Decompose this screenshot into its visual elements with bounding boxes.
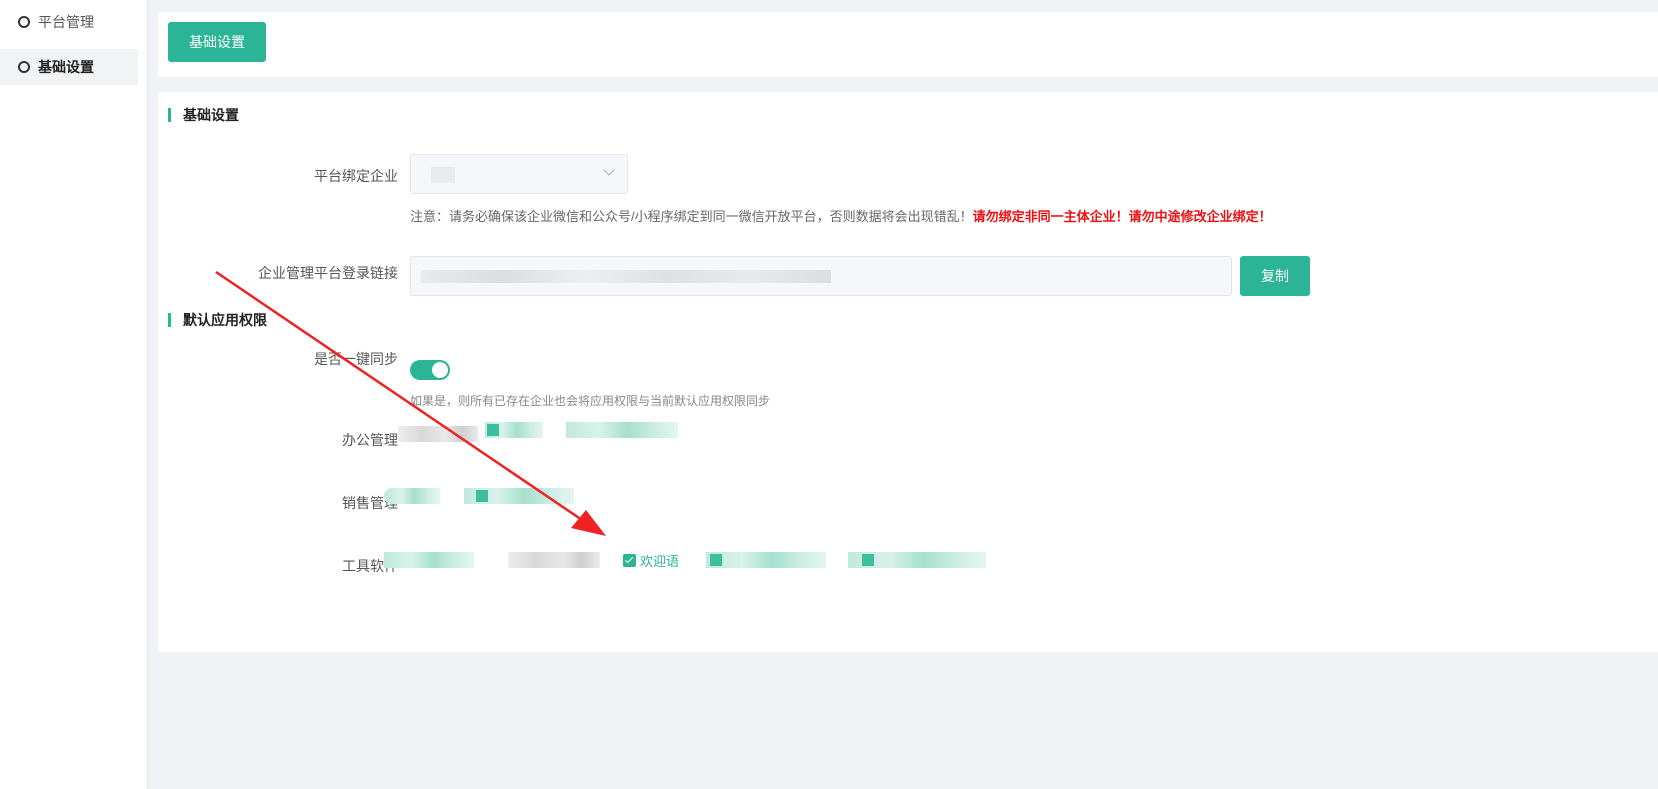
sidebar: 平台管理 基础设置 xyxy=(0,0,148,789)
copy-button[interactable]: 复制 xyxy=(1240,256,1310,296)
circle-icon xyxy=(18,16,30,28)
tools-label: 工具软件 xyxy=(342,558,398,574)
settings-panel: 基础设置 平台绑定企业 注意：请务必确保该企业微信和公众号/小程序绑定到同一微信… xyxy=(158,92,1658,652)
welcome-checkbox[interactable]: 欢迎语 xyxy=(623,551,679,570)
blurred-option[interactable] xyxy=(508,552,600,568)
section-title-permissions: 默认应用权限 xyxy=(168,313,267,327)
chevron-down-icon xyxy=(603,164,615,176)
login-link-field[interactable] xyxy=(410,256,1232,296)
login-link-label: 企业管理平台登录链接 xyxy=(258,265,398,281)
sidebar-item-platform[interactable]: 平台管理 xyxy=(0,4,138,40)
office-label: 办公管理 xyxy=(342,432,398,448)
enterprise-label: 平台绑定企业 xyxy=(314,168,398,184)
sync-hint: 如果是，则所有已存在企业也会将应用权限与当前默认应用权限同步 xyxy=(410,394,771,408)
sidebar-item-basic-settings[interactable]: 基础设置 xyxy=(0,49,138,85)
blurred-option[interactable] xyxy=(464,488,574,504)
blurred-option[interactable] xyxy=(485,422,543,438)
note-text: 注意：请务必确保该企业微信和公众号/小程序绑定到同一微信开放平台，否则数据将会出… xyxy=(410,209,973,224)
blurred-option[interactable] xyxy=(848,552,986,568)
blurred-value xyxy=(431,167,455,183)
basic-settings-button[interactable]: 基础设置 xyxy=(168,22,266,62)
circle-icon xyxy=(18,61,30,73)
section-title-basic: 基础设置 xyxy=(168,108,239,122)
sync-label: 是否一键同步 xyxy=(314,351,398,367)
blurred-option[interactable] xyxy=(384,488,440,504)
blurred-value xyxy=(421,270,831,283)
blurred-option[interactable] xyxy=(384,552,474,568)
toggle-knob xyxy=(432,362,448,378)
blurred-option[interactable] xyxy=(398,426,478,442)
blurred-option[interactable] xyxy=(566,422,678,438)
binding-note: 注意：请务必确保该企业微信和公众号/小程序绑定到同一微信开放平台，否则数据将会出… xyxy=(410,206,1272,225)
check-icon xyxy=(623,554,636,567)
sidebar-item-label: 平台管理 xyxy=(38,14,94,30)
top-bar: 基础设置 xyxy=(158,12,1658,77)
sync-toggle[interactable] xyxy=(410,360,450,380)
sales-label: 销售管理 xyxy=(342,495,398,511)
note-warning: 请勿绑定非同一主体企业！请勿中途修改企业绑定！ xyxy=(972,209,1272,224)
enterprise-select[interactable] xyxy=(410,154,628,194)
blurred-option[interactable] xyxy=(706,552,826,568)
sidebar-item-label: 基础设置 xyxy=(38,59,94,75)
welcome-label: 欢迎语 xyxy=(640,554,680,569)
